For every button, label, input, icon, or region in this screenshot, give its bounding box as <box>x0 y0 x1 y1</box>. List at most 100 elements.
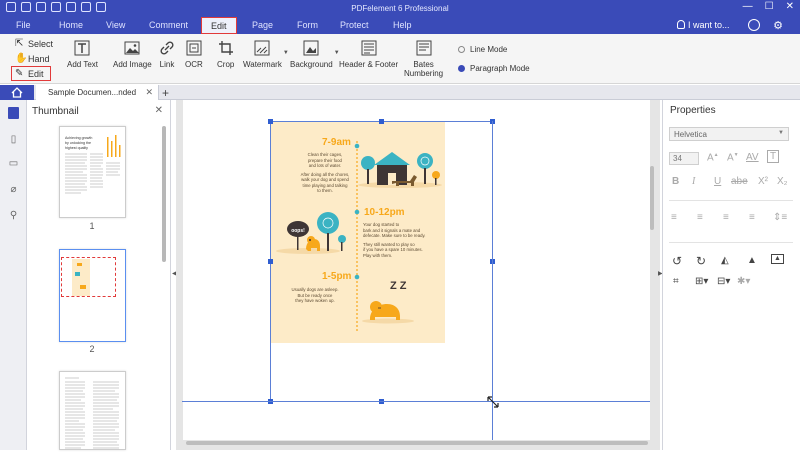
distribute-icon[interactable]: ⊟▾ <box>717 276 730 287</box>
i-want-to-search[interactable]: I want to... <box>677 20 730 30</box>
search-icon[interactable]: ⚲ <box>8 210 19 221</box>
add-image-button[interactable]: Add Image <box>113 40 152 69</box>
resize-handle-top[interactable] <box>379 119 384 124</box>
bookmark-icon[interactable]: ▯ <box>8 134 19 145</box>
menu-protect[interactable]: Protect <box>340 20 369 30</box>
alignment-guide-vertical <box>492 121 493 440</box>
ocr-button[interactable]: OCR <box>185 40 203 69</box>
properties-title: Properties <box>670 105 716 116</box>
crop-button[interactable]: Crop <box>217 40 234 69</box>
left-sidebar: ▯ ▭ ⌀ ⚲ <box>0 100 27 450</box>
resize-handle-left[interactable] <box>268 259 273 264</box>
thumbnail-page-1[interactable]: Achieving growth by unlocking the highes… <box>59 126 126 218</box>
menu-comment[interactable]: Comment <box>149 20 188 30</box>
line-spacing-icon[interactable]: ⇕≡ <box>773 212 787 223</box>
hand-icon: ✋ <box>15 52 28 64</box>
strikethrough-button[interactable]: abe <box>731 176 748 187</box>
page-1-preview: Achieving growth by unlocking the highes… <box>65 135 121 194</box>
flip-horizontal-icon[interactable]: ◭ <box>721 255 729 266</box>
paragraph-mode-radio[interactable]: Paragraph Mode <box>458 64 530 73</box>
menu-page[interactable]: Page <box>252 20 273 30</box>
alignment-guide-horizontal <box>182 401 650 402</box>
close-thumbnail-icon[interactable]: ✕ <box>155 105 163 116</box>
document-tab[interactable]: Sample Documen...nded ✕ <box>36 85 159 100</box>
minimize-button[interactable]: — <box>743 1 753 12</box>
edit-ribbon: ⇱ Select ✋ Hand ✎ Edit Add Text Add Image L… <box>0 34 800 84</box>
thumbnail-page-3[interactable] <box>59 371 126 450</box>
bold-button[interactable]: B <box>672 176 679 187</box>
menu-help[interactable]: Help <box>393 20 412 30</box>
comment-icon[interactable]: ▭ <box>8 158 19 169</box>
close-button[interactable]: ✕ <box>786 1 794 12</box>
document-tab-strip: Sample Documen...nded ✕ + <box>0 85 800 100</box>
add-image-icon <box>124 41 140 55</box>
align-objects-icon[interactable]: ⊞▾ <box>695 276 708 287</box>
flip-vertical-icon[interactable]: ▲ <box>747 255 757 266</box>
hand-mode-button[interactable]: ✋ Hand <box>15 52 50 65</box>
attachment-icon[interactable]: ⌀ <box>8 184 19 195</box>
ocr-label: OCR <box>185 60 203 69</box>
rotate-right-icon[interactable]: ↻ <box>696 254 706 268</box>
maximize-button[interactable]: ☐ <box>765 1 774 12</box>
header-footer-label: Header & Footer <box>339 60 399 69</box>
line-mode-radio[interactable]: Line Mode <box>458 45 507 54</box>
underline-button[interactable]: U <box>714 176 721 187</box>
font-size-dropdown[interactable]: 34 <box>669 152 699 165</box>
subscript-button[interactable]: X₂ <box>777 176 788 187</box>
vertical-scrollbar[interactable] <box>650 166 654 230</box>
menu-form[interactable]: Form <box>297 20 318 30</box>
font-family-value: Helvetica <box>674 130 707 139</box>
properties-panel: Properties Helvetica ▼ 34 A▲ A▼ AV T B I… <box>662 100 800 450</box>
page-3-preview <box>65 377 119 449</box>
bates-numbering-icon <box>416 40 432 56</box>
thumbnail-scrollbar[interactable] <box>162 126 166 262</box>
new-tab-button[interactable]: + <box>162 86 169 100</box>
menu-view[interactable]: View <box>106 20 125 30</box>
header-footer-button[interactable]: Header & Footer <box>339 40 398 69</box>
settings-icon[interactable]: ⚙ <box>773 19 783 32</box>
thumb1-title-1: Achieving growth <box>65 136 92 140</box>
decrease-font-icon[interactable]: A▼ <box>727 152 739 163</box>
align-right-icon[interactable]: ≡ <box>723 212 729 223</box>
rotate-left-icon[interactable]: ↺ <box>672 254 682 268</box>
superscript-button[interactable]: X² <box>758 176 768 187</box>
watermark-label: Watermark <box>243 60 282 69</box>
thumbnail-panel-icon[interactable] <box>8 107 19 119</box>
font-family-dropdown[interactable]: Helvetica ▼ <box>669 127 789 141</box>
highlight-color-icon[interactable]: T <box>767 150 780 163</box>
select-label: Select <box>28 38 54 49</box>
menu-home[interactable]: Home <box>59 20 83 30</box>
crop-image-icon[interactable]: ⌗ <box>673 276 679 287</box>
add-image-label: Add Image <box>113 60 152 69</box>
justify-icon[interactable]: ≡ <box>749 212 755 223</box>
resize-handle-top-left[interactable] <box>268 119 273 124</box>
italic-button[interactable]: I <box>692 176 695 187</box>
watermark-dropdown-icon[interactable]: ▼ <box>283 50 289 56</box>
title-bar: PDFelement 6 Professional — ☐ ✕ <box>0 0 800 17</box>
line-mode-radio-dot <box>458 46 465 53</box>
horizontal-scrollbar[interactable] <box>186 441 648 445</box>
increase-font-icon[interactable]: A▲ <box>707 152 719 163</box>
align-left-icon[interactable]: ≡ <box>671 212 677 223</box>
bates-numbering-button[interactable]: Bates Numbering <box>404 40 443 78</box>
link-icon <box>160 41 174 55</box>
align-center-icon[interactable]: ≡ <box>697 212 703 223</box>
replace-image-icon[interactable]: ▲ <box>771 254 784 264</box>
watermark-button[interactable]: Watermark ▼ <box>243 40 289 69</box>
thumbnail-page-2[interactable] <box>59 249 126 342</box>
add-text-button[interactable]: Add Text <box>67 40 98 69</box>
menu-file[interactable]: File <box>16 20 31 30</box>
home-tab[interactable] <box>0 85 34 100</box>
edit-mode-button[interactable]: ✎ Edit <box>11 66 51 81</box>
menu-edit[interactable]: Edit <box>201 17 237 34</box>
account-icon[interactable] <box>748 19 760 31</box>
crop-label: Crop <box>217 60 235 69</box>
add-text-label: Add Text <box>67 60 98 69</box>
select-mode-button[interactable]: ⇱ Select <box>15 37 53 50</box>
extract-image-icon[interactable]: ✱▾ <box>737 276 750 287</box>
font-color-icon[interactable]: AV <box>746 152 759 163</box>
link-button[interactable]: Link <box>159 40 175 69</box>
close-tab-icon[interactable]: ✕ <box>145 87 153 98</box>
background-button[interactable]: Background ▼ <box>290 40 340 69</box>
hand-label: Hand <box>28 53 50 64</box>
